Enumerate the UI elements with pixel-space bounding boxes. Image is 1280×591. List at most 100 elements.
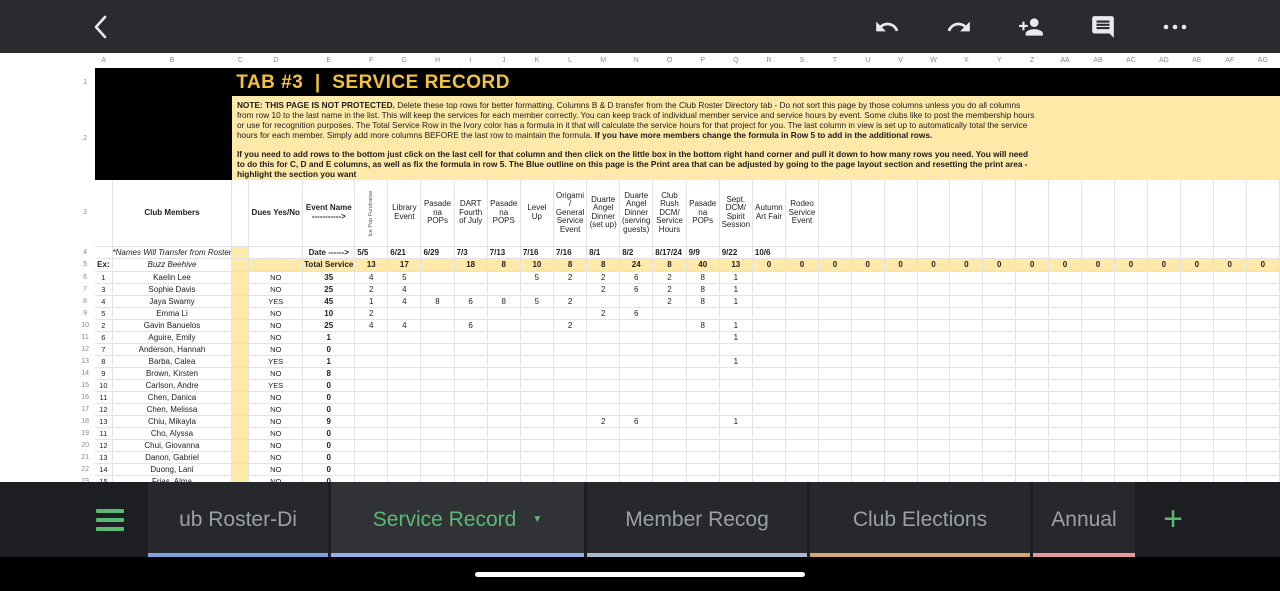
empty-cell[interactable] (818, 367, 851, 379)
service-value-cell[interactable] (553, 343, 586, 355)
empty-cell[interactable] (1246, 355, 1279, 367)
empty-cell[interactable] (1081, 475, 1114, 482)
empty-cell[interactable] (983, 439, 1016, 451)
service-value-cell[interactable] (454, 415, 487, 427)
example-row-label[interactable]: Ex: (95, 258, 112, 271)
service-value-cell[interactable] (686, 475, 719, 482)
empty-cell[interactable] (1147, 343, 1180, 355)
highlight-cell[interactable] (232, 258, 249, 271)
service-value-cell[interactable] (553, 331, 586, 343)
empty-cell[interactable] (818, 180, 851, 246)
service-value-cell[interactable] (620, 463, 653, 475)
service-value-cell[interactable] (786, 343, 819, 355)
empty-cell[interactable] (1016, 463, 1049, 475)
service-value-cell[interactable] (786, 415, 819, 427)
event-date-cell[interactable]: 7/16 (520, 246, 553, 258)
empty-cell[interactable] (1147, 283, 1180, 295)
row-header-10[interactable]: 10 (75, 319, 95, 331)
total-cell[interactable]: 0 (917, 258, 950, 271)
empty-cell[interactable] (1081, 391, 1114, 403)
empty-cell[interactable] (851, 246, 884, 258)
empty-cell[interactable] (1049, 427, 1082, 439)
service-value-cell[interactable] (686, 331, 719, 343)
cell[interactable] (232, 180, 249, 246)
sheet-tab-annual[interactable]: Annual (1033, 482, 1135, 557)
service-value-cell[interactable] (686, 415, 719, 427)
empty-cell[interactable] (1246, 307, 1279, 319)
service-value-cell[interactable] (786, 451, 819, 463)
empty-cell[interactable] (851, 475, 884, 482)
service-value-cell[interactable] (620, 331, 653, 343)
member-name-cell[interactable]: Chen, Melissa (112, 403, 232, 415)
empty-cell[interactable] (1016, 295, 1049, 307)
service-value-cell[interactable] (553, 367, 586, 379)
empty-cell[interactable] (1049, 355, 1082, 367)
empty-cell[interactable] (1049, 295, 1082, 307)
total-service-label[interactable]: Total Service (303, 258, 355, 271)
member-name-cell[interactable]: Sophie Davis (112, 283, 232, 295)
highlight-cell[interactable] (232, 246, 249, 258)
service-value-cell[interactable] (752, 307, 785, 319)
service-value-cell[interactable] (421, 379, 454, 391)
member-total-cell[interactable]: 10 (303, 307, 355, 319)
service-value-cell[interactable]: 8 (487, 295, 520, 307)
service-value-cell[interactable] (421, 451, 454, 463)
member-name-cell[interactable]: Gavin Banuelos (112, 319, 232, 331)
empty-cell[interactable] (1081, 403, 1114, 415)
highlight-cell[interactable] (232, 379, 249, 391)
service-value-cell[interactable] (653, 355, 686, 367)
service-value-cell[interactable] (355, 475, 388, 482)
event-header[interactable]: DART Fourth of July (454, 180, 487, 246)
empty-cell[interactable] (851, 283, 884, 295)
service-value-cell[interactable] (553, 463, 586, 475)
empty-cell[interactable] (1081, 439, 1114, 451)
service-value-cell[interactable] (620, 475, 653, 482)
empty-cell[interactable] (1114, 403, 1147, 415)
sheet-tab-club-roster-directory[interactable]: ub Roster-Di (148, 482, 328, 557)
empty-cell[interactable] (884, 367, 917, 379)
member-total-cell[interactable]: 0 (303, 475, 355, 482)
empty-cell[interactable] (1213, 283, 1246, 295)
service-value-cell[interactable] (421, 271, 454, 283)
service-value-cell[interactable] (487, 283, 520, 295)
empty-cell[interactable] (884, 391, 917, 403)
empty-cell[interactable] (1246, 331, 1279, 343)
service-value-cell[interactable] (620, 439, 653, 451)
total-cell[interactable]: 0 (1147, 258, 1180, 271)
service-value-cell[interactable] (752, 271, 785, 283)
service-value-cell[interactable] (620, 391, 653, 403)
empty-cell[interactable] (1081, 427, 1114, 439)
service-value-cell[interactable] (587, 379, 620, 391)
member-number-cell[interactable]: 6 (95, 331, 112, 343)
service-value-cell[interactable]: 4 (388, 319, 421, 331)
service-value-cell[interactable] (786, 379, 819, 391)
empty-cell[interactable] (1147, 451, 1180, 463)
empty-cell[interactable] (1246, 463, 1279, 475)
service-value-cell[interactable] (454, 463, 487, 475)
member-total-cell[interactable]: 0 (303, 427, 355, 439)
row-header-5[interactable]: 5 (75, 258, 95, 271)
service-value-cell[interactable]: 2 (553, 319, 586, 331)
member-name-cell[interactable]: Cho, Alyssa (112, 427, 232, 439)
row-header-18[interactable]: 18 (75, 415, 95, 427)
highlight-cell[interactable] (232, 355, 249, 367)
service-value-cell[interactable] (786, 463, 819, 475)
header-club-members[interactable]: Club Members (112, 180, 232, 246)
sheet-tab-club-elections[interactable]: Club Elections (810, 482, 1030, 557)
empty-cell[interactable] (1016, 331, 1049, 343)
service-value-cell[interactable] (520, 403, 553, 415)
event-header[interactable]: Autumn Art Fair (752, 180, 785, 246)
col-header-G[interactable]: G (388, 53, 421, 68)
empty-cell[interactable] (818, 343, 851, 355)
service-value-cell[interactable] (653, 415, 686, 427)
total-cell[interactable]: 10 (520, 258, 553, 271)
dues-cell[interactable]: NO (249, 331, 303, 343)
empty-cell[interactable] (851, 451, 884, 463)
empty-cell[interactable] (1213, 319, 1246, 331)
empty-cell[interactable] (950, 246, 983, 258)
empty-cell[interactable] (818, 391, 851, 403)
highlight-cell[interactable] (249, 258, 303, 271)
service-value-cell[interactable]: 6 (620, 415, 653, 427)
total-cell[interactable]: 0 (950, 258, 983, 271)
empty-cell[interactable] (983, 319, 1016, 331)
